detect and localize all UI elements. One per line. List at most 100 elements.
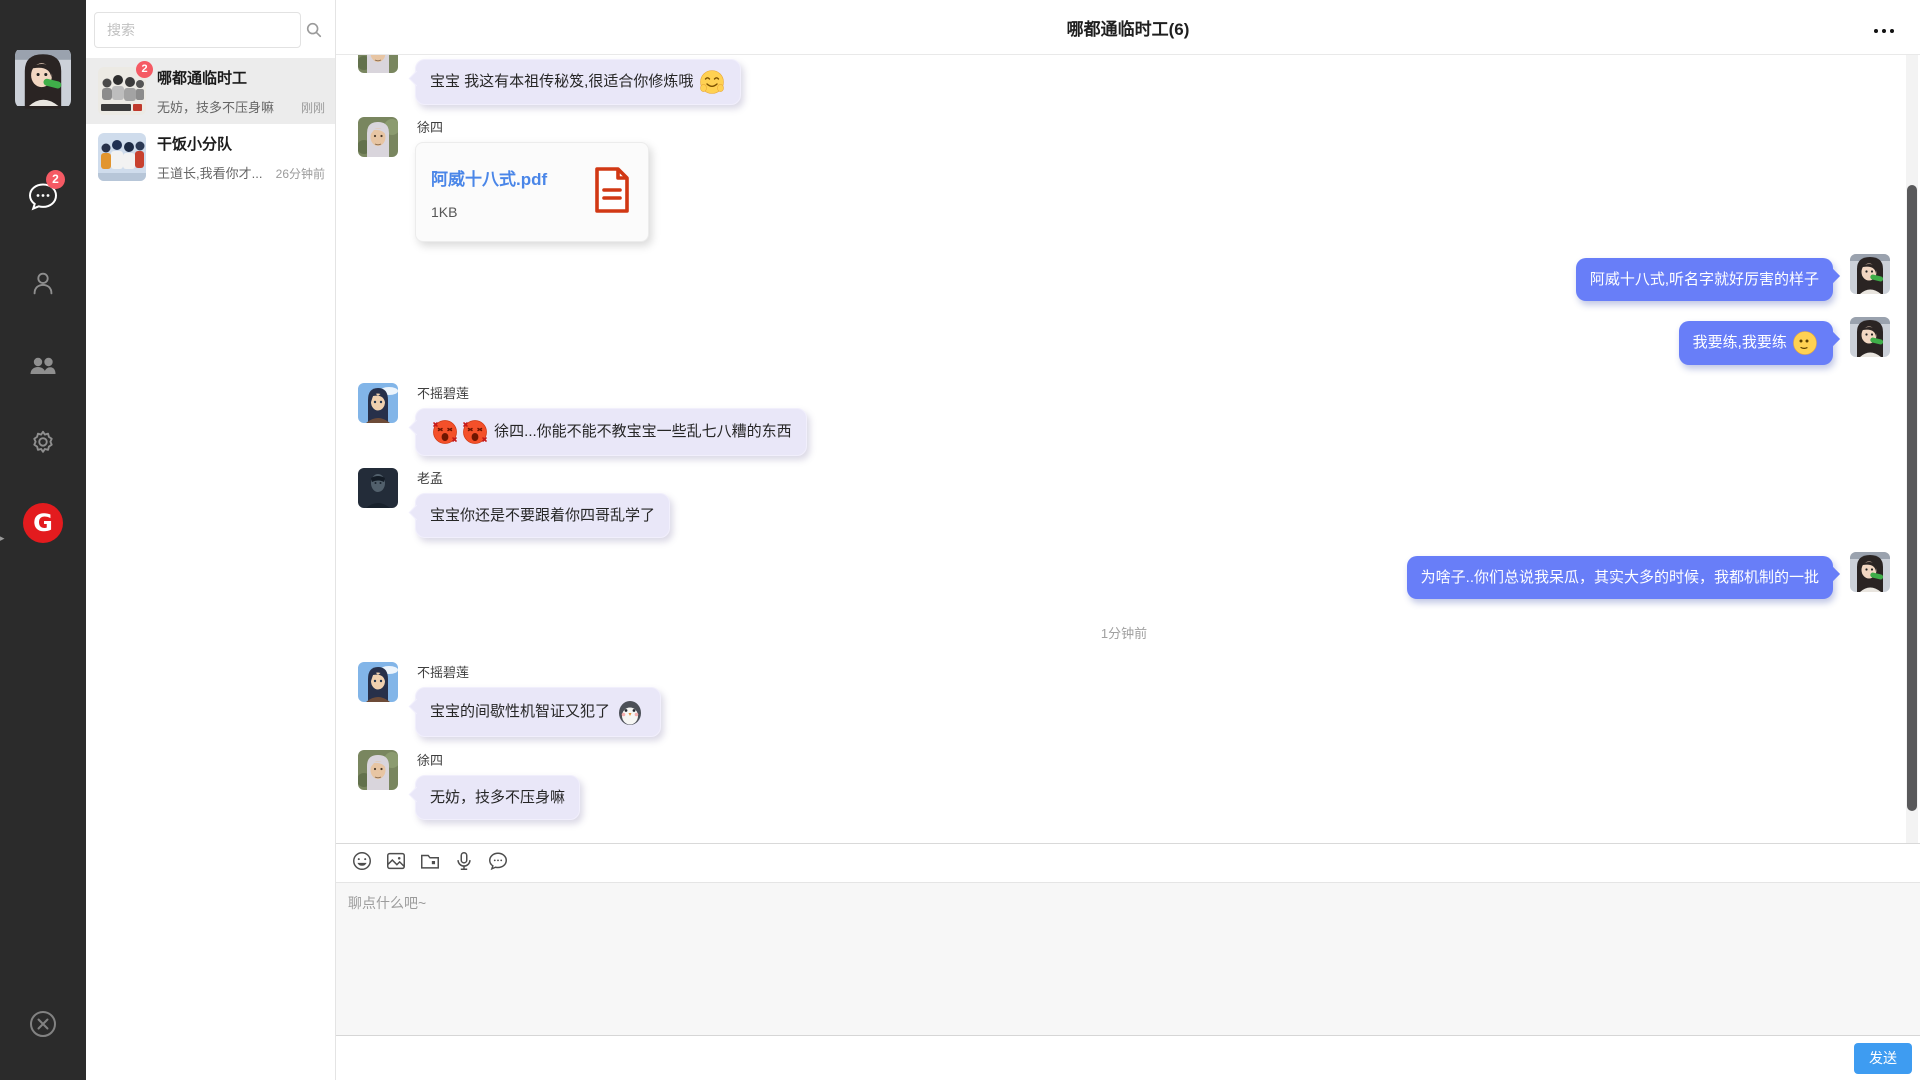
file-size: 1KB [431,204,592,220]
microphone-tool-button[interactable] [452,851,476,875]
chat-list-item[interactable]: 2哪都通临时工无妨，技多不压身嘛刚刚 [86,58,335,124]
chat-item-last-message: 无妨，技多不压身嘛 [157,97,297,116]
conversation-pane: 哪都通临时工(6) 宝宝 我这有本祖传秘笈,很适合你修炼哦 徐四 阿威十八式.pd… [336,0,1920,1080]
message-avatar[interactable] [358,662,398,702]
message-text: 宝宝的间歇性机智证又犯了 [430,703,614,720]
sidebar-item-close[interactable] [0,1008,86,1040]
my-profile-avatar[interactable] [15,47,71,109]
message-bubble: 为啥子..你们总说我呆瓜，其实大多的时候，我都机制的一批 [1407,556,1833,599]
chat-item-last-message: 王道长,我看你才... [157,163,272,182]
file-attachment-card[interactable]: 阿威十八式.pdf 1KB [415,142,649,242]
chat-avatar [98,133,146,181]
sidebar-item-settings[interactable] [0,428,86,458]
chat-item-time: 26分钟前 [276,165,325,182]
message-text: 为啥子..你们总说我呆瓜，其实大多的时候，我都机制的一批 [1421,569,1819,586]
message-sender-name: 不摇碧莲 [417,383,469,402]
blank-face-emoji [1792,330,1818,356]
send-button[interactable]: 发送 [1854,1043,1912,1074]
message-row: 宝宝 我这有本祖传秘笈,很适合你修炼哦 [358,59,1890,105]
message-bubble: 无妨，技多不压身嘛 [415,775,580,820]
message-sender-name: 不摇碧莲 [417,662,469,681]
message-row: 阿威十八式,听名字就好厉害的样子 [358,258,1890,301]
message-avatar[interactable] [358,117,398,157]
message-body: 不摇碧莲宝宝的间歇性机智证又犯了 [415,662,661,737]
angry-face-emoji [461,418,489,446]
message-bubble: 宝宝 我这有本祖传秘笈,很适合你修炼哦 [415,59,741,105]
pdf-file-icon [592,166,632,219]
chat-item-title: 哪都通临时工 [157,67,325,88]
composer-toolbar [336,844,1920,882]
message-row: 我要练,我要练 [358,321,1890,365]
hugging-face-emoji [699,69,725,95]
message-text: 徐四...你能不能不教宝宝一些乱七八糟的东西 [490,423,792,440]
message-body: 徐四阿威十八式.pdf1KB [415,117,649,242]
message-avatar[interactable] [1850,552,1890,592]
message-list: 宝宝 我这有本祖传秘笈,很适合你修炼哦 徐四 阿威十八式.pdf 1KB 阿威十八式,… [358,59,1890,820]
message-row: 徐四阿威十八式.pdf1KB [358,117,1890,242]
composer: 发送 [336,843,1920,1080]
message-text: 无妨，技多不压身嘛 [430,789,565,806]
sidebar-item-chats[interactable] [0,180,86,212]
chat-item-main: 哪都通临时工无妨，技多不压身嘛刚刚 [157,67,325,116]
group-icon [27,350,59,382]
message-text: 宝宝 我这有本祖传秘笈,很适合你修炼哦 [430,73,698,90]
message-bubble: 宝宝你还是不要跟着你四哥乱学了 [415,493,670,538]
chat-list-item[interactable]: 干饭小分队王道长,我看你才...26分钟前 [86,124,335,190]
icon-sidebar: 2 G ▸ [0,0,86,1080]
angry-face-emoji [431,418,459,446]
message-body: 徐四无妨，技多不压身嘛 [415,750,580,820]
message-sender-name: 老孟 [417,468,443,487]
conversation-title: 哪都通临时工(6) [1067,15,1190,40]
message-avatar[interactable] [1850,317,1890,357]
search-button[interactable] [301,13,327,47]
sidebar-item-contacts[interactable] [0,268,86,298]
file-name-link[interactable]: 阿威十八式.pdf [431,165,592,190]
message-body: 不摇碧莲 徐四...你能不能不教宝宝一些乱七八糟的东西 [415,383,807,456]
unread-badge: 2 [46,170,65,189]
message-bubble: 阿威十八式,听名字就好厉害的样子 [1576,258,1833,301]
file-info: 阿威十八式.pdf 1KB [431,165,592,220]
unread-badge: 2 [136,61,153,78]
chat-list-panel: 2哪都通临时工无妨，技多不压身嘛刚刚干饭小分队王道长,我看你才...26分钟前 [86,0,336,1080]
message-body: 老孟宝宝你还是不要跟着你四哥乱学了 [415,468,670,538]
message-text: 阿威十八式,听名字就好厉害的样子 [1590,271,1819,288]
message-area: 宝宝 我这有本祖传秘笈,很适合你修炼哦 徐四 阿威十八式.pdf 1KB 阿威十八式,… [336,55,1920,843]
message-avatar[interactable] [358,383,398,423]
message-tool-button[interactable] [486,851,510,875]
message-avatar[interactable] [1850,254,1890,294]
message-icon [487,850,509,877]
penguin-emoji [615,697,645,727]
chat-item-main: 干饭小分队王道长,我看你才...26分钟前 [157,133,325,182]
chat-avatar: 2 [98,67,146,115]
microphone-icon [453,850,475,877]
message-input[interactable] [336,883,1920,1035]
app-window: 2 G ▸ [0,0,1920,1080]
message-bubble: 我要练,我要练 [1679,321,1833,365]
more-menu-icon[interactable] [1874,26,1896,36]
message-text: 宝宝你还是不要跟着你四哥乱学了 [430,507,655,524]
message-avatar[interactable] [358,750,398,790]
message-body: 宝宝 我这有本祖传秘笈,很适合你修炼哦 [415,59,741,105]
scrollbar-thumb[interactable] [1907,185,1917,811]
chat-item-subrow: 王道长,我看你才...26分钟前 [157,163,325,182]
scrollbar-track[interactable] [1906,55,1918,843]
image-tool-button[interactable] [384,851,408,875]
message-avatar[interactable] [358,468,398,508]
folder-tool-button[interactable] [418,851,442,875]
chat-item-title: 干饭小分队 [157,133,325,154]
collapse-handle-icon[interactable]: ▸ [0,530,8,546]
sidebar-item-logo[interactable]: G [0,503,86,543]
emoji-tool-button[interactable] [350,851,374,875]
emoji-icon [351,850,373,877]
search-input[interactable] [94,12,301,48]
chat-item-subrow: 无妨，技多不压身嘛刚刚 [157,97,325,116]
chat-list-items: 2哪都通临时工无妨，技多不压身嘛刚刚干饭小分队王道长,我看你才...26分钟前 [86,58,335,190]
message-sender-name: 徐四 [417,750,443,769]
message-row: 徐四无妨，技多不压身嘛 [358,750,1890,820]
message-input-zone [336,882,1920,1036]
sidebar-item-groups[interactable] [0,350,86,382]
search-row [86,0,335,58]
message-avatar[interactable] [358,55,398,73]
message-row: 老孟宝宝你还是不要跟着你四哥乱学了 [358,468,1890,538]
message-row: 不摇碧莲 徐四...你能不能不教宝宝一些乱七八糟的东西 [358,383,1890,456]
